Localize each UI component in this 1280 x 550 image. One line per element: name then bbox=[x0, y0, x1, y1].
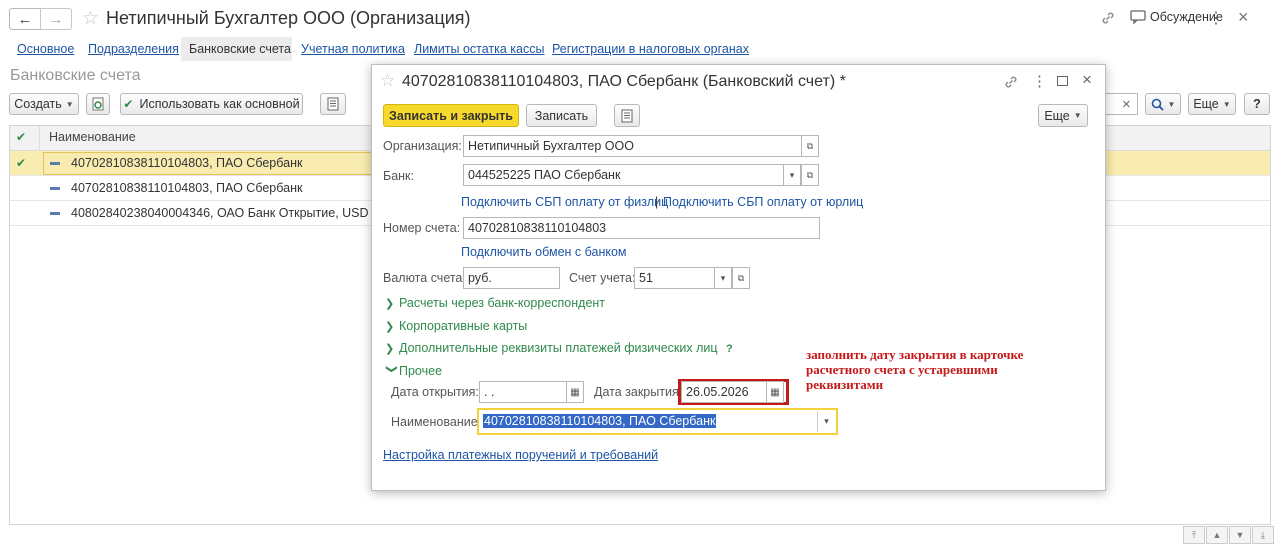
open-date-field[interactable]: . . bbox=[479, 381, 567, 403]
window-title: Нетипичный Бухгалтер ООО (Организация) bbox=[106, 8, 471, 28]
column-header-name[interactable]: Наименование bbox=[49, 130, 136, 144]
tab-bank-accounts-label: Банковские счета bbox=[189, 42, 291, 56]
row-type-icon bbox=[50, 212, 60, 215]
bank-label: Банк: bbox=[383, 169, 414, 183]
tab-tax-registrations[interactable]: Регистрации в налоговых органах bbox=[552, 42, 749, 56]
chevron-right-icon: ❯ bbox=[385, 298, 395, 310]
refresh-doc-icon bbox=[92, 97, 104, 111]
bank-field[interactable]: 044525225 ПАО Сбербанк bbox=[463, 164, 784, 186]
org-label: Организация: bbox=[383, 139, 462, 153]
main-account-check-icon: ✔ bbox=[16, 156, 27, 170]
open-date-label: Дата открытия: bbox=[391, 385, 479, 399]
section-title: Банковские счета bbox=[10, 67, 141, 84]
row-name: 40702810838110104803, ПАО Сбербанк bbox=[71, 181, 303, 195]
name-field-selected-text: 40702810838110104803, ПАО Сбербанк bbox=[483, 414, 717, 428]
bank-open-icon[interactable]: ⧉ bbox=[801, 164, 819, 186]
org-field[interactable]: Нетипичный Бухгалтер ООО bbox=[463, 135, 802, 157]
sbp-separator: | bbox=[655, 195, 659, 209]
header-divider bbox=[39, 126, 40, 151]
save-button[interactable]: Записать bbox=[526, 104, 597, 127]
tab-divisions[interactable]: Подразделения bbox=[88, 42, 179, 56]
nav-forward-button[interactable]: → bbox=[40, 8, 72, 30]
arrow-left-icon: ← bbox=[17, 10, 33, 28]
tab-cash-limits[interactable]: Лимиты остатка кассы bbox=[414, 42, 544, 56]
bank-exchange-link[interactable]: Подключить обмен с банком bbox=[461, 245, 627, 259]
dialog-menu-icon[interactable]: ⋮ bbox=[1032, 72, 1047, 90]
calendar-icon[interactable]: ▦ bbox=[566, 381, 584, 403]
search-button[interactable]: ▼ bbox=[1145, 93, 1181, 115]
clear-x-icon[interactable]: ✕ bbox=[1122, 98, 1131, 111]
maximize-icon[interactable] bbox=[1057, 76, 1068, 86]
tab-accounting-policy[interactable]: Учетная политика bbox=[301, 42, 405, 56]
org-open-icon[interactable]: ⧉ bbox=[801, 135, 819, 157]
calendar-icon[interactable]: ▦ bbox=[766, 381, 784, 403]
chevron-down-icon: ▼ bbox=[1167, 99, 1176, 109]
currency-label: Валюта счета: bbox=[383, 271, 466, 285]
tab-main[interactable]: Основное bbox=[17, 42, 74, 56]
row-name: 40702810838110104803, ПАО Сбербанк bbox=[71, 156, 303, 170]
chevron-down-icon: ▼ bbox=[65, 99, 74, 109]
chevron-down-icon: ▼ bbox=[1222, 99, 1231, 109]
refresh-button[interactable] bbox=[86, 93, 110, 115]
account-number-label: Номер счета: bbox=[383, 221, 461, 235]
sbp-legal-link[interactable]: Подключить СБП оплату от юрлиц bbox=[663, 195, 863, 209]
report-button[interactable] bbox=[320, 93, 346, 115]
search-icon bbox=[1151, 98, 1164, 111]
document-list-icon bbox=[327, 97, 339, 111]
document-list-icon bbox=[621, 109, 633, 122]
bank-dropdown-icon[interactable]: ▾ bbox=[783, 164, 801, 186]
chevron-down-icon: ▼ bbox=[1073, 111, 1082, 120]
ledger-open-icon[interactable]: ⧉ bbox=[732, 267, 750, 289]
row-type-icon bbox=[50, 187, 60, 190]
chat-icon bbox=[1130, 10, 1146, 24]
name-field[interactable]: 40702810838110104803, ПАО Сбербанк bbox=[483, 414, 717, 428]
group-correspondent-bank[interactable]: ❯ Расчеты через банк-корреспондент bbox=[385, 296, 605, 310]
scroll-down-button[interactable]: ▼ bbox=[1229, 526, 1251, 544]
dialog-link-icon[interactable] bbox=[1003, 74, 1019, 90]
create-button[interactable]: Создать ▼ bbox=[9, 93, 79, 115]
close-date-label: Дата закрытия: bbox=[594, 385, 683, 399]
ledger-account-label: Счет учета: bbox=[569, 271, 636, 285]
account-number-field[interactable]: 40702810838110104803 bbox=[463, 217, 820, 239]
row-name: 40802840238040004346, ОАО Банк Открытие,… bbox=[71, 206, 369, 220]
scroll-up-button[interactable]: ▲ bbox=[1206, 526, 1228, 544]
name-label: Наименование: bbox=[391, 415, 482, 429]
row-type-icon bbox=[50, 162, 60, 165]
dialog-star-icon[interactable]: ☆ bbox=[380, 71, 395, 91]
help-button[interactable]: ? bbox=[1244, 93, 1270, 115]
check-icon: ✔ bbox=[123, 97, 134, 111]
sbp-individuals-link[interactable]: Подключить СБП оплату от физлиц bbox=[461, 195, 668, 209]
help-question-icon[interactable]: ? bbox=[726, 343, 733, 355]
link-icon[interactable] bbox=[1100, 10, 1116, 26]
scroll-first-button[interactable]: ⤒ bbox=[1183, 526, 1205, 544]
save-close-button[interactable]: Записать и закрыть bbox=[383, 104, 519, 127]
header-check-icon: ✔ bbox=[16, 130, 27, 144]
arrow-right-icon: → bbox=[48, 10, 64, 28]
ledger-dropdown-icon[interactable]: ▾ bbox=[714, 267, 732, 289]
annotation-note: заполнить дату закрытия в карточке расче… bbox=[806, 347, 1024, 392]
chevron-down-icon: ❯ bbox=[385, 364, 398, 374]
favorite-star-icon[interactable]: ☆ bbox=[82, 7, 99, 30]
group-corporate-cards[interactable]: ❯ Корпоративные карты bbox=[385, 319, 527, 333]
dialog-more-button[interactable]: Еще ▼ bbox=[1038, 104, 1088, 127]
more-button[interactable]: Еще ▼ bbox=[1188, 93, 1236, 115]
close-icon[interactable]: × bbox=[1238, 7, 1249, 28]
dialog-close-icon[interactable]: × bbox=[1082, 70, 1092, 90]
payment-settings-link[interactable]: Настройка платежных поручений и требован… bbox=[383, 448, 658, 462]
chevron-right-icon: ❯ bbox=[385, 321, 395, 333]
currency-field[interactable]: руб. bbox=[463, 267, 560, 289]
nav-back-button[interactable]: ← bbox=[9, 8, 41, 30]
group-other[interactable]: ❯ Прочее bbox=[385, 364, 443, 378]
dialog-report-button[interactable] bbox=[614, 104, 640, 127]
use-as-main-button[interactable]: ✔ Использовать как основной bbox=[120, 93, 303, 115]
scroll-last-button[interactable]: ⤓ bbox=[1252, 526, 1274, 544]
name-dropdown-icon[interactable]: ▾ bbox=[817, 411, 835, 432]
chevron-right-icon: ❯ bbox=[385, 343, 395, 355]
ledger-account-field[interactable]: 51 bbox=[634, 267, 715, 289]
menu-kebab-icon[interactable]: ⋮ bbox=[1208, 8, 1224, 28]
close-date-field[interactable]: 26.05.2026 bbox=[681, 381, 767, 403]
dialog-title: 40702810838110104803, ПАО Сбербанк (Банк… bbox=[402, 73, 846, 90]
group-extra-details[interactable]: ❯ Дополнительные реквизиты платежей физич… bbox=[385, 341, 733, 355]
